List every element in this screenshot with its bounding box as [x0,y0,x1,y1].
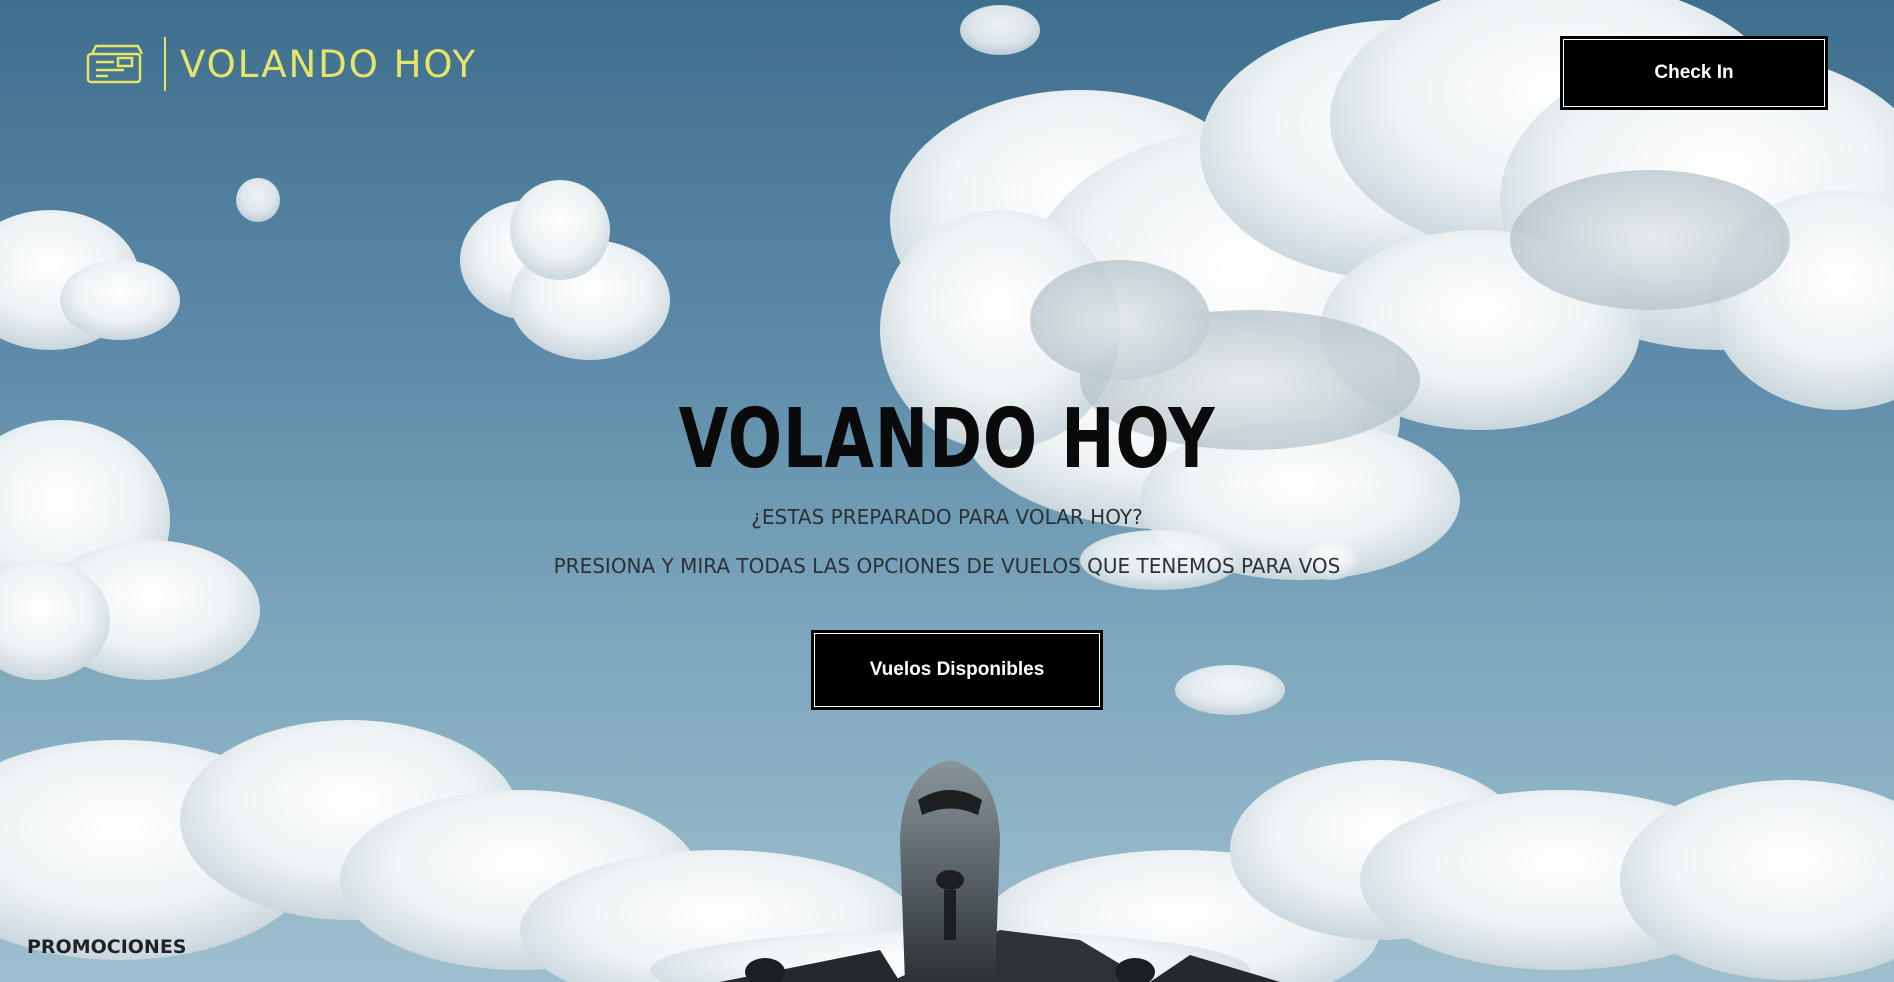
check-in-button[interactable]: Check In [1560,36,1828,110]
hero-subtitle: ¿ESTAS PREPARADO PARA VOLAR HOY? [751,505,1143,529]
ticket-icon [86,44,144,84]
promotions-link[interactable]: PROMOCIONES [27,936,187,958]
landing-page: VOLANDO HOY Check In VOLANDO HOY ¿ESTAS … [0,0,1894,982]
brand-name: VOLANDO HOY [180,42,478,86]
logo-divider [164,37,166,91]
available-flights-button[interactable]: Vuelos Disponibles [811,630,1103,710]
brand-logo[interactable]: VOLANDO HOY [84,34,477,94]
hero-title: VOLANDO HOY [678,392,1216,487]
cloud-mid-left [460,180,670,360]
hero-description: PRESIONA Y MIRA TODAS LAS OPCIONES DE VU… [553,554,1341,578]
sky-background-image [0,0,1894,982]
